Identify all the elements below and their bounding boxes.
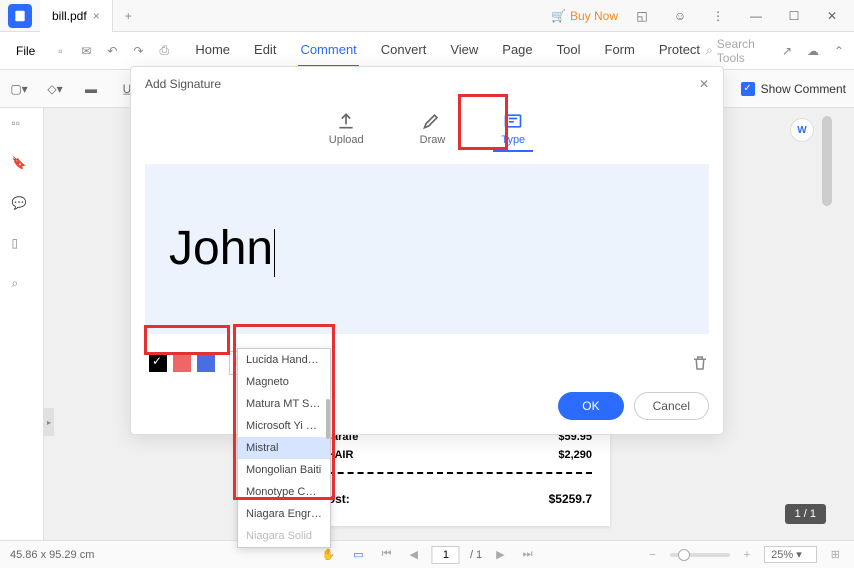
dialog-title: Add Signature [145, 77, 221, 91]
select-tool-icon[interactable]: ▭ [349, 548, 367, 561]
close-tab-icon[interactable]: × [93, 9, 100, 23]
user-icon[interactable]: ☺ [666, 2, 694, 30]
minimize-button[interactable]: — [742, 2, 770, 30]
bookmark-icon[interactable]: 🔖 [12, 156, 32, 176]
font-option[interactable]: Niagara Solid [238, 525, 330, 547]
document-tab[interactable]: bill.pdf × [40, 0, 113, 32]
thumbnails-icon[interactable]: ▫▫ [12, 116, 32, 136]
text-cursor [274, 229, 275, 277]
tab-protect[interactable]: Protect [657, 34, 702, 67]
buy-now-link[interactable]: 🛒 Buy Now [551, 9, 618, 23]
hand-tool-icon[interactable]: ✋ [317, 548, 339, 561]
color-swatch-blue[interactable] [197, 354, 215, 372]
tab-form[interactable]: Form [603, 34, 637, 67]
file-menu[interactable]: File [8, 40, 43, 62]
signature-tab-draw[interactable]: Draw [412, 107, 454, 152]
tab-view[interactable]: View [448, 34, 480, 67]
font-option[interactable]: Mongolian Baiti [238, 459, 330, 481]
zoom-select[interactable]: 25% ▾ [764, 546, 817, 563]
highlight-tool-icon[interactable]: ▬ [80, 78, 102, 100]
trash-icon[interactable] [691, 354, 709, 372]
cancel-button[interactable]: Cancel [634, 392, 709, 420]
total-row: Total Cost: $5259.7 [288, 482, 592, 516]
page-indicator-badge: 1 / 1 [785, 504, 826, 524]
save-icon[interactable]: ▫ [51, 42, 69, 60]
notification-icon[interactable]: ◱ [628, 2, 656, 30]
last-page-icon[interactable]: ⏭ [519, 548, 537, 561]
add-signature-dialog: Add Signature ✕ Upload Draw Type John Mi… [130, 66, 724, 435]
signature-preview-text: John [169, 221, 275, 277]
signature-canvas[interactable]: John [145, 164, 709, 334]
more-icon[interactable]: ⋮ [704, 2, 732, 30]
ok-button[interactable]: OK [558, 392, 623, 420]
signature-tab-upload[interactable]: Upload [321, 107, 372, 152]
word-export-icon[interactable]: W [790, 118, 814, 142]
next-page-icon[interactable]: ▶ [492, 548, 508, 561]
coordinates-label: 45.86 x 95.29 cm [10, 549, 94, 561]
first-page-icon[interactable]: ⏮ [378, 548, 396, 561]
font-option[interactable]: Matura MT Scrip... [238, 393, 330, 415]
zoom-thumb[interactable] [678, 549, 690, 561]
upload-icon [336, 111, 356, 131]
font-option[interactable]: Monotype Corsiva [238, 481, 330, 503]
font-dropdown: Lucida Handwrit... Magneto Matura MT Scr… [237, 348, 331, 548]
maximize-button[interactable]: ☐ [780, 2, 808, 30]
shape-tool-icon[interactable]: ◇▾ [44, 78, 66, 100]
attachment-panel-icon[interactable]: ▯ [12, 236, 32, 256]
font-option[interactable]: Magneto [238, 371, 330, 393]
search-tools[interactable]: ⌕ Search Tools [706, 37, 768, 65]
redo-icon[interactable]: ↷ [129, 42, 147, 60]
font-option[interactable]: Lucida Handwrit... [238, 349, 330, 371]
tab-tool[interactable]: Tool [555, 34, 583, 67]
font-option[interactable]: Niagara Engraved [238, 503, 330, 525]
show-comment-label: Show Comment [761, 82, 846, 96]
tab-edit[interactable]: Edit [252, 34, 278, 67]
draw-icon [422, 111, 442, 131]
scrollbar-thumb[interactable] [822, 116, 832, 206]
prev-page-icon[interactable]: ◀ [405, 548, 421, 561]
search-panel-icon[interactable]: ⌕ [12, 276, 32, 296]
color-swatch-red[interactable] [173, 354, 191, 372]
undo-icon[interactable]: ↶ [103, 42, 121, 60]
show-comment-checkbox[interactable]: ✓ [741, 82, 755, 96]
add-tab-button[interactable]: + [113, 9, 144, 23]
print-icon[interactable]: ⎙ [155, 42, 173, 60]
zoom-in-icon[interactable]: + [740, 549, 754, 561]
color-swatch-black[interactable] [149, 354, 167, 372]
signature-tab-type[interactable]: Type [493, 107, 533, 152]
cloud-icon[interactable]: ☁ [806, 42, 820, 60]
tab-title: bill.pdf [52, 9, 87, 23]
zoom-out-icon[interactable]: − [645, 549, 659, 561]
font-option[interactable]: Microsoft Yi Baiti [238, 415, 330, 437]
close-window-button[interactable]: ✕ [818, 2, 846, 30]
vertical-scrollbar[interactable] [822, 116, 832, 516]
zoom-slider[interactable] [670, 553, 730, 557]
note-tool-icon[interactable]: ▢▾ [8, 78, 30, 100]
font-option[interactable]: Mistral [238, 437, 330, 459]
app-icon [8, 4, 32, 28]
cart-icon: 🛒 [551, 9, 566, 23]
color-swatches [145, 350, 219, 376]
share-icon[interactable]: ↗ [780, 42, 794, 60]
dropdown-scrollbar[interactable] [326, 399, 330, 439]
divider [288, 472, 592, 474]
type-icon [503, 111, 523, 131]
search-icon: ⌕ [706, 43, 713, 58]
mail-icon[interactable]: ✉ [77, 42, 95, 60]
tab-page[interactable]: Page [500, 34, 534, 67]
page-total-label: / 1 [470, 549, 482, 561]
collapse-ribbon-icon[interactable]: ⌃ [832, 42, 846, 60]
fit-page-icon[interactable]: ⊞ [827, 548, 844, 561]
comment-panel-icon[interactable]: 💬 [12, 196, 32, 216]
table-row: NING CHAIR $2,290 [288, 446, 592, 464]
tab-home[interactable]: Home [193, 34, 232, 67]
tab-convert[interactable]: Convert [379, 34, 429, 67]
dialog-close-icon[interactable]: ✕ [699, 77, 709, 91]
page-number-input[interactable] [432, 546, 460, 564]
tab-comment[interactable]: Comment [298, 34, 358, 67]
